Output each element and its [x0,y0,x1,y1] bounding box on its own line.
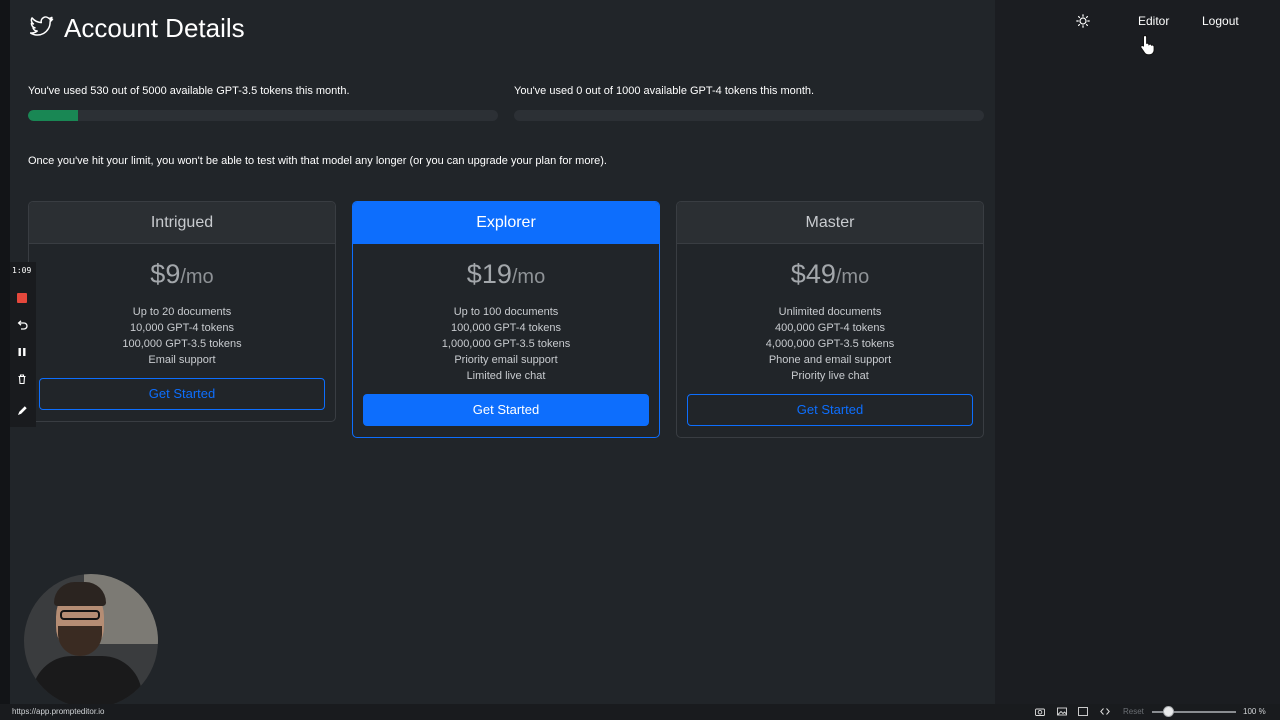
plan-feature: Priority email support [454,354,558,366]
page-title: Account Details [64,13,245,43]
nav-editor-link[interactable]: Editor [1138,14,1169,28]
get-started-button-intrigued[interactable]: Get Started [39,378,325,410]
gpt4-usage-bar [514,110,984,121]
gpt4-usage-text: You've used 0 out of 1000 available GPT-… [514,85,815,97]
zoom-slider-thumb[interactable] [1163,706,1174,717]
code-icon[interactable] [1100,707,1110,716]
plan-name: Intrigued [29,202,335,244]
plan-price-amount: $49 [790,259,836,289]
plan-price: $19/mo [353,256,659,292]
get-started-button-explorer[interactable]: Get Started [363,394,649,426]
nav-logout-link[interactable]: Logout [1202,14,1239,28]
usage-limit-note: Once you've hit your limit, you won't be… [28,155,607,167]
plan-features: Up to 20 documents 10,000 GPT-4 tokens 1… [29,304,335,368]
plan-card-explorer: Explorer $19/mo Up to 100 documents 100,… [352,201,660,438]
plan-feature: Email support [148,354,216,366]
webcam-overlay [24,574,158,708]
plan-feature: Phone and email support [768,354,892,366]
plan-card-master: Master $49/mo Unlimited documents 400,00… [676,201,984,438]
plan-price-period: /mo [180,266,214,288]
plan-price: $9/mo [29,256,335,292]
plan-card-intrigued: Intrigued $9/mo Up to 20 documents 10,00… [28,201,336,422]
recording-timer: 1:09 [12,266,32,275]
zoom-reset-button[interactable]: Reset [1123,707,1144,716]
hand-cursor-icon [1140,34,1155,56]
pen-icon[interactable] [16,405,28,417]
plan-price-amount: $9 [150,259,181,289]
plan-price-amount: $19 [466,259,512,289]
gpt35-usage-fill [28,110,78,121]
plan-feature: 4,000,000 GPT-3.5 tokens [765,338,895,350]
status-bar [0,704,1280,720]
image-icon[interactable] [1057,707,1067,716]
plan-feature: Unlimited documents [778,306,882,318]
gpt35-usage-text: You've used 530 out of 5000 available GP… [28,85,350,97]
stop-icon[interactable] [16,292,28,304]
status-url: https://app.prompteditor.io [12,707,105,716]
window-edge [0,0,10,720]
plan-feature: 1,000,000 GPT-3.5 tokens [441,338,571,350]
plan-feature: Limited live chat [466,370,546,382]
plan-feature: 400,000 GPT-4 tokens [774,322,886,334]
undo-icon[interactable] [16,319,28,331]
gpt35-usage-bar [28,110,498,121]
camera-icon[interactable] [1035,707,1045,716]
frame-icon[interactable] [1078,707,1088,716]
trash-icon[interactable] [16,373,28,385]
plan-feature: 100,000 GPT-3.5 tokens [122,338,242,350]
sun-icon[interactable] [1076,14,1090,28]
plan-name: Master [677,202,983,244]
plan-feature: 100,000 GPT-4 tokens [450,322,562,334]
plan-price-period: /mo [511,266,546,288]
plan-feature: Up to 20 documents [132,306,232,318]
bird-icon [30,16,54,36]
get-started-button-master[interactable]: Get Started [687,394,973,426]
plan-features: Unlimited documents 400,000 GPT-4 tokens… [677,304,983,384]
pause-icon[interactable] [16,346,28,358]
zoom-level: 100 % [1243,707,1266,716]
plan-name: Explorer [353,202,659,244]
plan-feature: Up to 100 documents [453,306,559,318]
recorder-toolbar [10,262,36,427]
plan-price-period: /mo [835,266,870,288]
plan-feature: Priority live chat [791,370,869,382]
plan-features: Up to 100 documents 100,000 GPT-4 tokens… [353,304,659,384]
plan-feature: 10,000 GPT-4 tokens [130,322,234,334]
side-panel [995,0,1280,704]
plan-price: $49/mo [677,256,983,292]
